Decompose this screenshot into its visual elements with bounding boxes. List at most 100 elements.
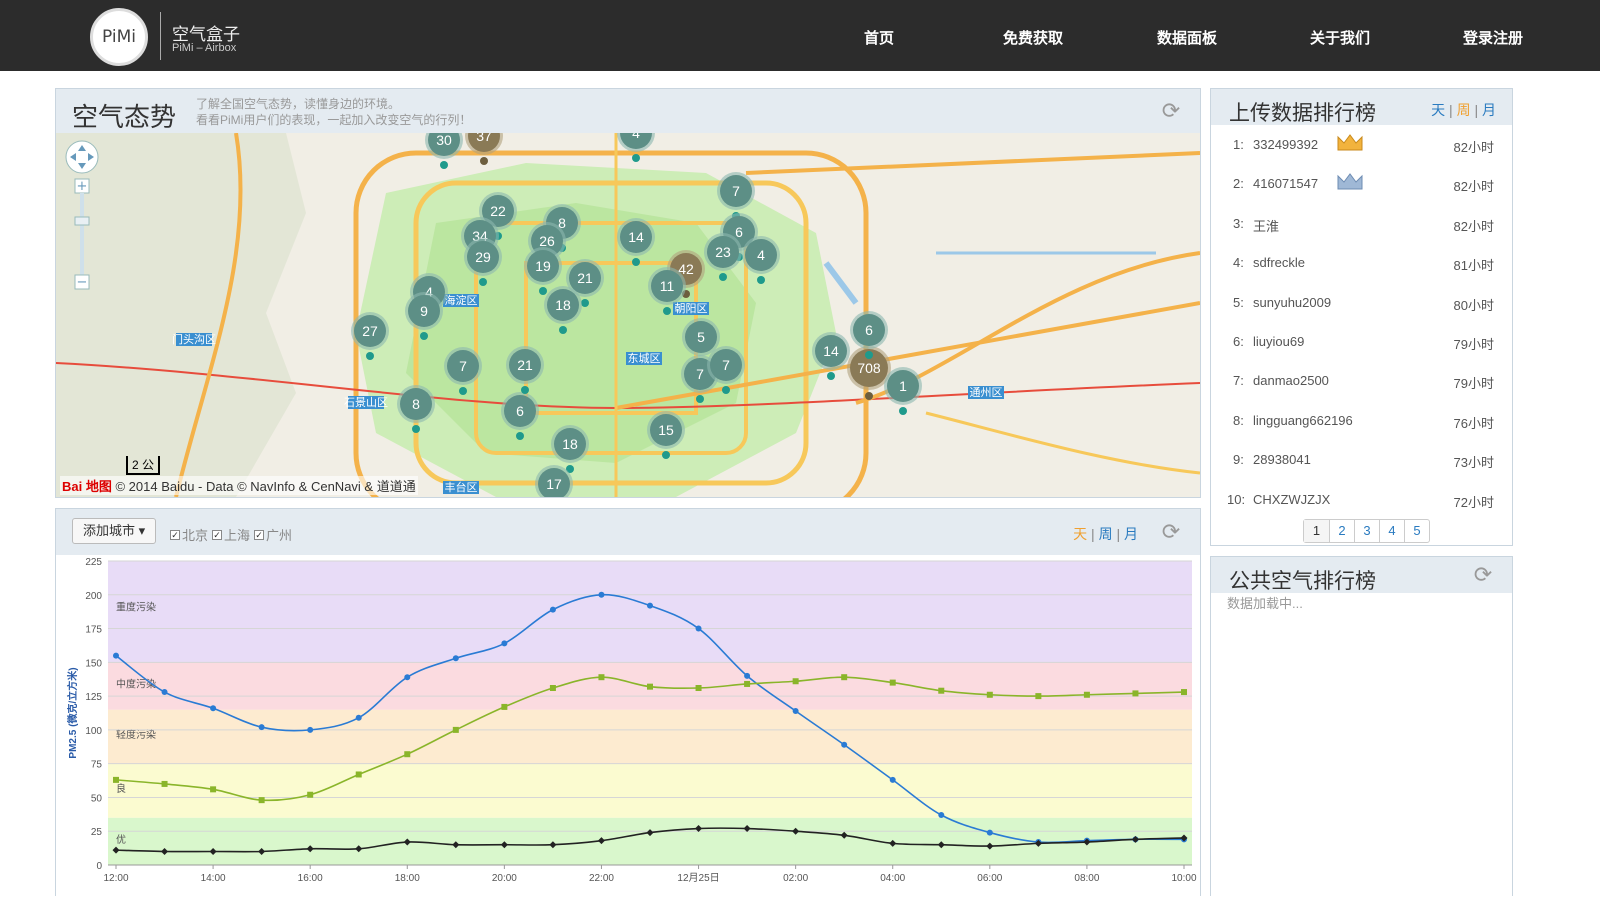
data-point[interactable] [549, 685, 556, 692]
data-point[interactable] [792, 707, 799, 714]
nav-about[interactable]: 关于我们 [1310, 27, 1370, 48]
data-point[interactable] [355, 771, 362, 778]
data-point[interactable] [938, 687, 945, 694]
add-city-dropdown[interactable]: 添加城市 ▾ [72, 518, 157, 544]
data-point[interactable] [161, 689, 168, 696]
map-refresh-icon[interactable]: ⟳ [1160, 100, 1182, 122]
data-point[interactable] [744, 680, 751, 687]
x-tick-label: 18:00 [395, 873, 420, 884]
district-label: 通州区 [970, 386, 1003, 399]
aqi-band-label: 优 [116, 833, 126, 846]
data-point[interactable] [1035, 693, 1042, 700]
upload-range-month[interactable]: 月 [1482, 102, 1496, 118]
data-point[interactable] [113, 776, 119, 783]
data-point[interactable] [307, 726, 314, 733]
data-point[interactable] [258, 724, 265, 731]
data-point[interactable] [695, 685, 702, 692]
aqi-band [108, 561, 1192, 663]
data-point[interactable] [598, 591, 605, 598]
data-point[interactable] [889, 679, 896, 686]
rank-user-name[interactable]: sdfreckle [1253, 255, 1305, 270]
rank-user-name[interactable]: 416071547 [1253, 176, 1318, 191]
data-point[interactable] [501, 703, 508, 710]
rank-row[interactable]: 4: sdfreckle 81小时 [1211, 243, 1512, 283]
checkbox-icon[interactable]: ✓ [254, 529, 264, 540]
rank-hours: 76小时 [1453, 415, 1494, 431]
data-point[interactable] [113, 652, 119, 659]
data-point[interactable] [404, 674, 411, 681]
data-point[interactable] [501, 640, 508, 647]
data-point[interactable] [647, 602, 653, 609]
rank-row[interactable]: 2: 416071547 82小时 [1211, 164, 1512, 204]
data-point[interactable] [452, 655, 459, 662]
data-point[interactable] [841, 674, 848, 681]
page-1[interactable]: 1 [1304, 520, 1329, 542]
nav-login-register[interactable]: 登录注册 [1463, 27, 1523, 48]
range-day[interactable]: 天 [1073, 526, 1087, 542]
city-check-guangzhou[interactable]: ✓ 广州 [254, 525, 292, 544]
rank-user-name[interactable]: danmao2500 [1253, 373, 1329, 388]
rank-row[interactable]: 3: 王淮 82小时 [1211, 204, 1512, 244]
data-point[interactable] [404, 751, 411, 758]
map-canvas[interactable]: 海淀区朝阳区东城区门头沟区石景山区通州区丰台区 30 37 4722834 26 14 6… [56, 133, 1200, 497]
rank-user-name[interactable]: sunyuhu2009 [1253, 295, 1331, 310]
rank-row[interactable]: 9: 28938041 73小时 [1211, 440, 1512, 480]
data-point[interactable] [161, 780, 168, 787]
public-rank-refresh-icon[interactable]: ⟳ [1472, 564, 1494, 586]
cluster-pin [662, 451, 670, 459]
baidu-map[interactable]: 海淀区 朝阳区 东城区 门头沟区 石景山区 通州区 丰台区 30 37 4 7 22 8 34 26 14 6… [56, 133, 1200, 497]
page-4[interactable]: 4 [1379, 520, 1404, 542]
nav-home[interactable]: 首页 [864, 27, 894, 48]
page-3[interactable]: 3 [1354, 520, 1379, 542]
data-point[interactable] [647, 683, 653, 690]
data-point[interactable] [258, 797, 265, 804]
rank-user-name[interactable]: liuyiou69 [1253, 334, 1304, 349]
chart-refresh-icon[interactable]: ⟳ [1160, 521, 1182, 543]
upload-range-week[interactable]: 周 [1457, 102, 1471, 118]
page-2[interactable]: 2 [1329, 520, 1354, 542]
range-month[interactable]: 月 [1124, 526, 1138, 542]
rank-user-name[interactable]: 王淮 [1253, 216, 1279, 235]
data-point[interactable] [695, 625, 702, 632]
data-point[interactable] [549, 606, 556, 613]
rank-user-name[interactable]: CHXZWJZJX [1253, 492, 1330, 507]
data-point[interactable] [307, 791, 314, 798]
rank-row[interactable]: 7: danmao2500 79小时 [1211, 361, 1512, 401]
data-point[interactable] [986, 829, 993, 836]
rank-hours: 79小时 [1453, 337, 1494, 352]
upload-range-day[interactable]: 天 [1431, 102, 1445, 118]
data-point[interactable] [1181, 689, 1187, 696]
data-point[interactable] [841, 741, 848, 748]
rank-row[interactable]: 6: liuyiou69 79小时 [1211, 322, 1512, 362]
rank-row[interactable]: 1: 332499392 82小时 [1211, 125, 1512, 165]
city-check-beijing[interactable]: ✓ 北京 [170, 525, 208, 544]
city-check-shanghai[interactable]: ✓ 上海 [212, 525, 250, 544]
checkbox-icon[interactable]: ✓ [170, 529, 180, 540]
rank-user-name[interactable]: 332499392 [1253, 137, 1318, 152]
rank-user-name[interactable]: lingguang662196 [1253, 413, 1353, 428]
cluster-pin [459, 387, 467, 395]
data-point[interactable] [598, 674, 605, 681]
data-point[interactable] [938, 812, 945, 819]
range-week[interactable]: 周 [1099, 526, 1113, 542]
data-point[interactable] [744, 672, 751, 679]
rank-hours: 72小时 [1453, 494, 1494, 510]
rank-row[interactable]: 8: lingguang662196 76小时 [1211, 401, 1512, 441]
rank-user-name[interactable]: 28938041 [1253, 452, 1311, 467]
page-5[interactable]: 5 [1404, 520, 1429, 542]
data-point[interactable] [210, 786, 217, 793]
data-point[interactable] [1132, 690, 1139, 697]
data-point[interactable] [452, 726, 459, 733]
checkbox-icon[interactable]: ✓ [212, 529, 222, 540]
data-point[interactable] [355, 714, 362, 721]
rank-row[interactable]: 10: CHXZWJZJX 72小时 [1211, 480, 1512, 520]
pimi-logo[interactable]: PiMi [90, 8, 148, 66]
data-point[interactable] [210, 705, 217, 712]
rank-row[interactable]: 5: sunyuhu2009 80小时 [1211, 283, 1512, 323]
nav-dashboard[interactable]: 数据面板 [1157, 27, 1217, 48]
data-point[interactable] [986, 691, 993, 698]
data-point[interactable] [1083, 691, 1090, 698]
data-point[interactable] [792, 678, 799, 685]
nav-get-free[interactable]: 免费获取 [1003, 27, 1063, 48]
data-point[interactable] [889, 776, 896, 783]
